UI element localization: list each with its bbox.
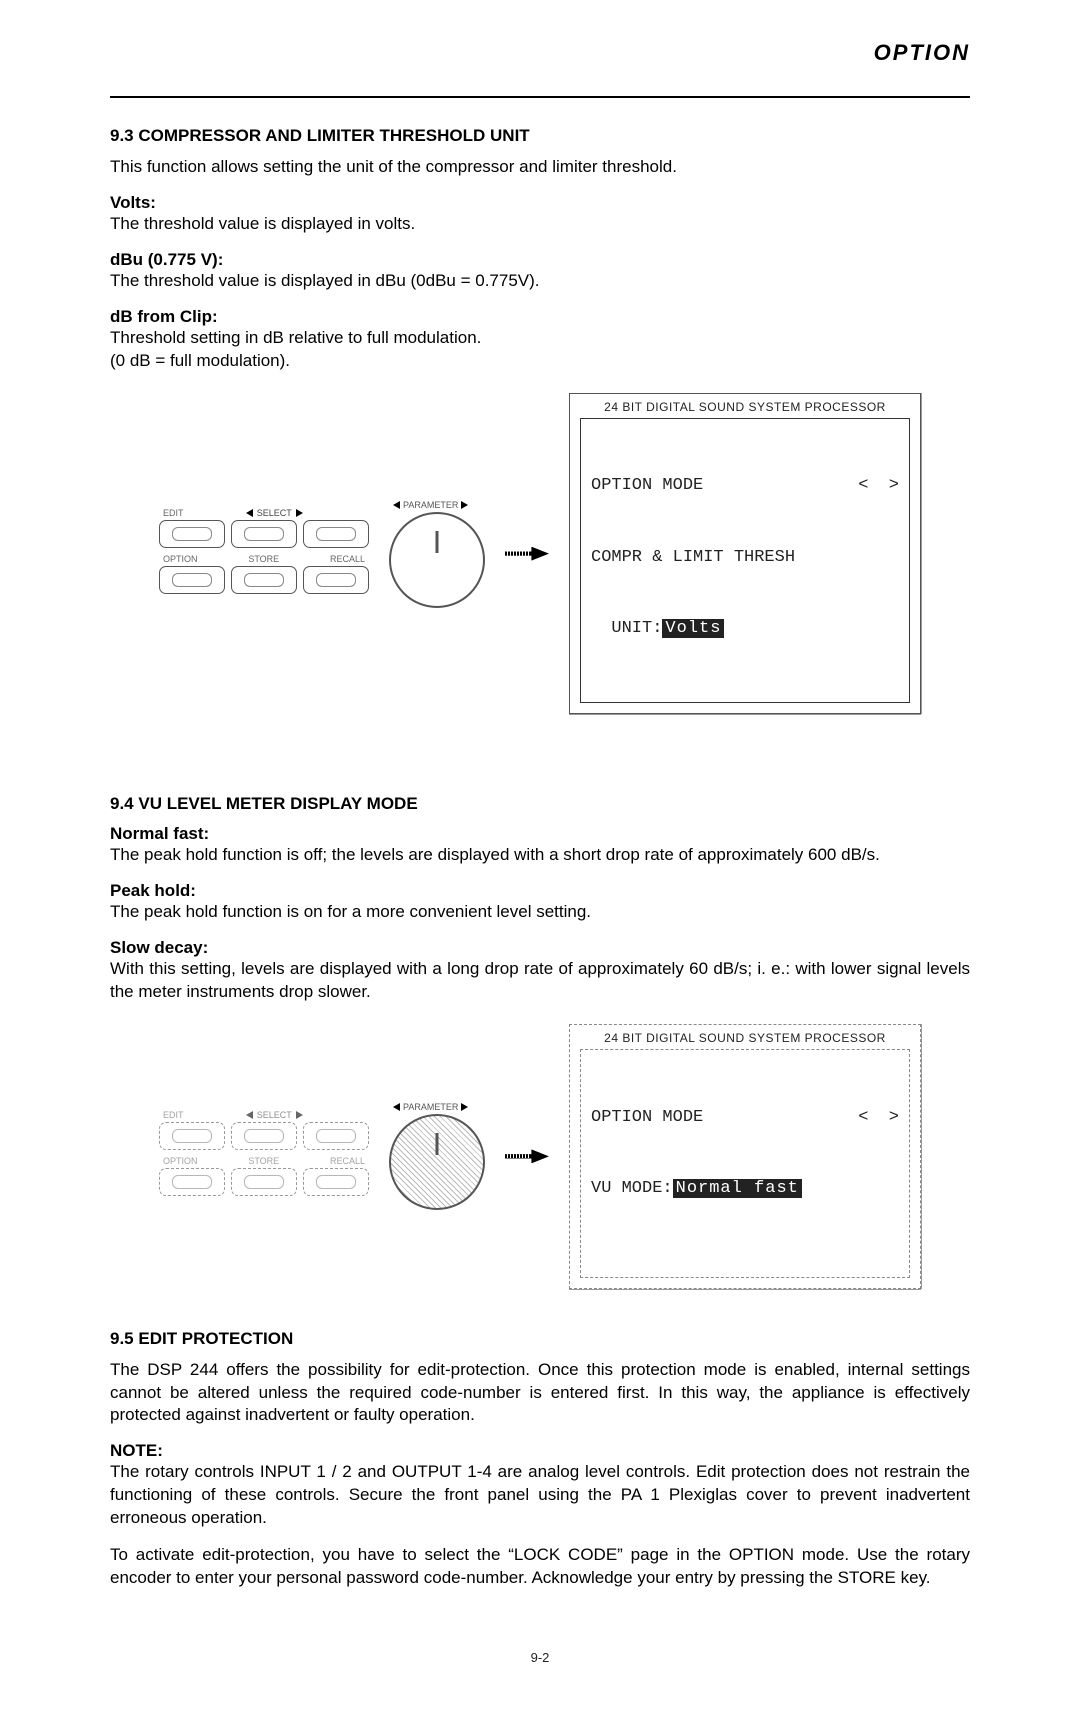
peakhold-text: The peak hold function is on for a more … (110, 901, 970, 924)
lcd-display-1: 24 BIT DIGITAL SOUND SYSTEM PROCESSOR OP… (569, 393, 921, 715)
panel-button (303, 1168, 369, 1196)
triangle-left-icon (393, 1103, 400, 1111)
panel-button (303, 566, 369, 594)
parameter-label: PARAMETER (403, 1102, 458, 1112)
panel-store-label: STORE (248, 1156, 279, 1166)
peakhold-label: Peak hold: (110, 881, 970, 901)
lcd-line3-value: Volts (662, 619, 724, 638)
panel-select-label: SELECT (184, 508, 365, 518)
panel-store-label: STORE (248, 554, 279, 564)
triangle-right-icon (461, 501, 468, 509)
panel-option-label: OPTION (163, 554, 198, 564)
lcd-line2-prefix: VU MODE: (591, 1179, 673, 1198)
section-93-intro: This function allows setting the unit of… (110, 156, 970, 179)
normalfast-text: The peak hold function is off; the level… (110, 844, 970, 867)
parameter-knob-icon (389, 512, 485, 608)
dbclip-text2: (0 dB = full modulation). (110, 350, 970, 373)
triangle-right-icon (296, 1111, 303, 1119)
page-header-title: OPTION (110, 40, 970, 72)
lcd-line1-right: < > (858, 1106, 899, 1130)
section-94-heading: 9.4 VU LEVEL METER DISPLAY MODE (110, 794, 970, 814)
panel-button (231, 566, 297, 594)
parameter-knob-icon (389, 1114, 485, 1210)
lcd-title: 24 BIT DIGITAL SOUND SYSTEM PROCESSOR (580, 400, 910, 414)
diagram-93: EDIT SELECT OPTION STORE RECALL (110, 393, 970, 715)
lcd-screen: OPTION MODE < > VU MODE:Normal fast (580, 1049, 910, 1277)
header-rule (110, 96, 970, 98)
panel-button (231, 520, 297, 548)
panel-button (159, 566, 225, 594)
lcd-title: 24 BIT DIGITAL SOUND SYSTEM PROCESSOR (580, 1031, 910, 1045)
note-text: The rotary controls INPUT 1 / 2 and OUTP… (110, 1461, 970, 1530)
normalfast-label: Normal fast: (110, 824, 970, 844)
panel-edit-label: EDIT (163, 1110, 184, 1120)
triangle-left-icon (246, 1111, 253, 1119)
triangle-right-icon (296, 509, 303, 517)
panel-button (159, 1168, 225, 1196)
triangle-left-icon (246, 509, 253, 517)
section-95-p2: To activate edit-protection, you have to… (110, 1544, 970, 1590)
volts-label: Volts: (110, 193, 970, 213)
panel-recall-label: RECALL (330, 554, 365, 564)
parameter-knob-group: PARAMETER (389, 1102, 485, 1210)
panel-edit-label: EDIT (163, 508, 184, 518)
lcd-line1-left: OPTION MODE (591, 1106, 703, 1130)
lcd-line1-right: < > (858, 474, 899, 498)
dbclip-label: dB from Clip: (110, 307, 970, 327)
volts-text: The threshold value is displayed in volt… (110, 213, 970, 236)
slowdecay-text: With this setting, levels are displayed … (110, 958, 970, 1004)
triangle-left-icon (393, 501, 400, 509)
note-label: NOTE: (110, 1441, 970, 1461)
panel-select-label: SELECT (184, 1110, 365, 1120)
control-panel: EDIT SELECT OPTION STORE RECALL (159, 1110, 369, 1202)
dbu-label: dBu (0.775 V): (110, 250, 970, 270)
dbu-text: The threshold value is displayed in dBu … (110, 270, 970, 293)
diagram-94: EDIT SELECT OPTION STORE RECALL (110, 1024, 970, 1288)
arrow-right-icon (505, 1149, 549, 1163)
section-95-p1: The DSP 244 offers the possibility for e… (110, 1359, 970, 1428)
section-95-heading: 9.5 EDIT PROTECTION (110, 1329, 970, 1349)
control-panel: EDIT SELECT OPTION STORE RECALL (159, 508, 369, 600)
panel-option-label: OPTION (163, 1156, 198, 1166)
lcd-line2-value: Normal fast (673, 1179, 802, 1198)
lcd-screen: OPTION MODE < > COMPR & LIMIT THRESH UNI… (580, 418, 910, 704)
panel-button (159, 1122, 225, 1150)
panel-recall-label: RECALL (330, 1156, 365, 1166)
arrow-right-icon (505, 547, 549, 561)
panel-button (159, 520, 225, 548)
slowdecay-label: Slow decay: (110, 938, 970, 958)
lcd-display-2: 24 BIT DIGITAL SOUND SYSTEM PROCESSOR OP… (569, 1024, 921, 1288)
lcd-line1-left: OPTION MODE (591, 474, 703, 498)
triangle-right-icon (461, 1103, 468, 1111)
page-number: 9-2 (110, 1650, 970, 1665)
lcd-line3-prefix: UNIT: (591, 619, 662, 638)
panel-button (303, 520, 369, 548)
section-93-heading: 9.3 COMPRESSOR AND LIMITER THRESHOLD UNI… (110, 126, 970, 146)
dbclip-text1: Threshold setting in dB relative to full… (110, 327, 970, 350)
panel-button (303, 1122, 369, 1150)
panel-button (231, 1168, 297, 1196)
parameter-knob-group: PARAMETER (389, 500, 485, 608)
parameter-label: PARAMETER (403, 500, 458, 510)
panel-button (231, 1122, 297, 1150)
lcd-line2: COMPR & LIMIT THRESH (591, 546, 899, 570)
